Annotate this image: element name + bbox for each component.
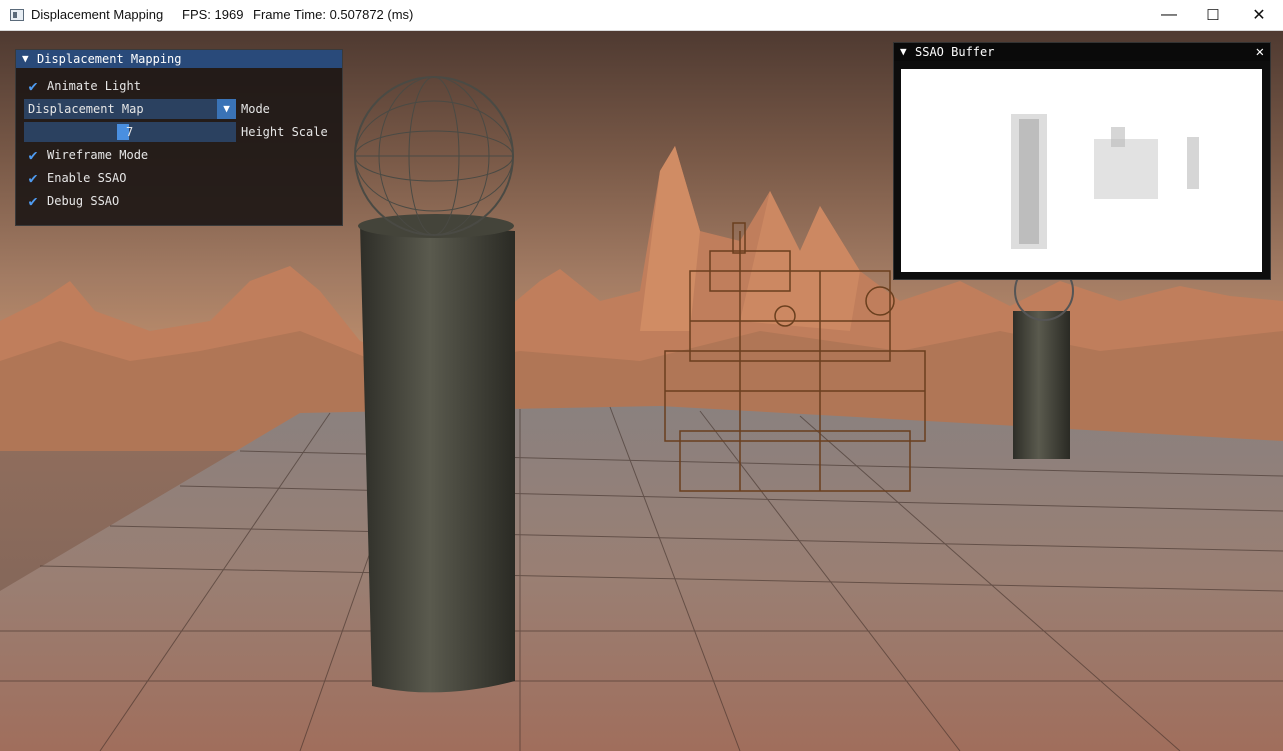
height-scale-row: 7 Height Scale xyxy=(24,122,336,142)
debug-ssao-checkbox[interactable]: ✔ Debug SSAO xyxy=(24,191,324,211)
mode-dropdown[interactable]: Displacement Map ▼ xyxy=(24,99,236,119)
settings-panel-titlebar[interactable]: ▼ Displacement Mapping xyxy=(16,50,342,68)
check-icon: ✔ xyxy=(28,146,38,164)
settings-panel[interactable]: ▼ Displacement Mapping ✔ Animate Light D… xyxy=(15,49,343,226)
check-icon: ✔ xyxy=(28,192,38,210)
window-title: Displacement Mapping xyxy=(31,7,164,22)
height-scale-slider[interactable]: 7 xyxy=(24,122,236,142)
ssao-occlusion-preview xyxy=(1011,114,1199,249)
mode-label: Mode xyxy=(241,102,270,116)
maximize-button[interactable]: ☐ xyxy=(1190,0,1236,30)
collapse-icon[interactable]: ▼ xyxy=(22,52,29,65)
mode-dropdown-value: Displacement Map xyxy=(28,102,144,116)
minimize-button[interactable]: — xyxy=(1146,0,1192,30)
animate-light-label: Animate Light xyxy=(47,79,141,93)
check-icon: ✔ xyxy=(28,169,38,187)
frame-time-readout: Frame Time: 0.507872 (ms) xyxy=(253,7,414,22)
settings-panel-title: Displacement Mapping xyxy=(37,52,182,66)
ssao-buffer-window[interactable]: ▼ SSAO Buffer ✕ xyxy=(893,42,1271,280)
window-titlebar[interactable]: Displacement Mapping FPS: 1969 Frame Tim… xyxy=(0,0,1283,31)
ssao-window-title: SSAO Buffer xyxy=(915,45,995,59)
collapse-icon[interactable]: ▼ xyxy=(900,45,907,58)
wireframe-checkbox[interactable]: ✔ Wireframe Mode xyxy=(24,145,324,165)
wireframe-label: Wireframe Mode xyxy=(47,148,149,162)
ssao-window-titlebar[interactable]: ▼ SSAO Buffer ✕ xyxy=(894,43,1270,61)
minimize-icon: — xyxy=(1161,6,1177,23)
animate-light-checkbox[interactable]: ✔ Animate Light xyxy=(24,76,324,96)
enable-ssao-label: Enable SSAO xyxy=(47,171,127,185)
render-viewport[interactable]: ▼ Displacement Mapping ✔ Animate Light D… xyxy=(0,31,1283,751)
check-icon: ✔ xyxy=(28,77,38,95)
height-scale-value: 7 xyxy=(126,125,134,139)
close-icon: ✕ xyxy=(1252,7,1266,24)
mode-row: Displacement Map ▼ Mode xyxy=(24,99,336,119)
debug-ssao-label: Debug SSAO xyxy=(47,194,120,208)
chevron-down-icon[interactable]: ▼ xyxy=(217,99,236,119)
enable-ssao-checkbox[interactable]: ✔ Enable SSAO xyxy=(24,168,324,188)
close-button[interactable]: ✕ xyxy=(1236,0,1282,30)
app-icon xyxy=(10,9,24,21)
main-pillar xyxy=(354,76,515,693)
close-icon[interactable]: ✕ xyxy=(1256,44,1264,60)
maximize-icon: ☐ xyxy=(1206,7,1220,24)
ssao-buffer-image xyxy=(901,69,1262,272)
height-scale-label: Height Scale xyxy=(241,125,328,139)
fps-readout: FPS: 1969 xyxy=(182,7,244,22)
